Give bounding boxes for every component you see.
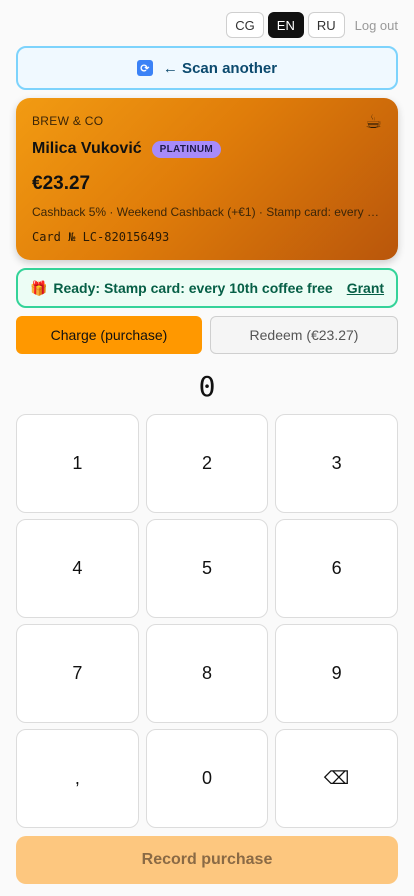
redeem-mode-button[interactable]: Redeem (€23.27) [210, 316, 398, 354]
tier-badge: PLATINUM [151, 140, 221, 158]
scan-another-button[interactable]: ⟳ ← Scan another [16, 46, 398, 90]
card-holder-row: Milica Vuković PLATINUM [32, 140, 382, 158]
refresh-icon: ⟳ [136, 60, 153, 76]
keypad: 1 2 3 4 5 6 7 8 9 , 0 ⌫ [16, 414, 398, 828]
gift-icon: 🎁 [29, 279, 48, 296]
card-number: Card № LC-820156493 [32, 230, 170, 244]
app-root: CG EN RU Log out ⟳ ← Scan another BREW &… [0, 0, 414, 896]
key-4[interactable]: 4 [16, 519, 139, 618]
backspace-icon[interactable]: ⌫ [275, 729, 398, 828]
key-5[interactable]: 5 [145, 519, 269, 618]
lang-ru-button[interactable]: RU [307, 12, 345, 38]
key-7[interactable]: 7 [16, 624, 139, 723]
key-2[interactable]: 2 [145, 414, 269, 513]
grant-reward-link[interactable]: Grant [347, 280, 384, 296]
key-1[interactable]: 1 [16, 414, 139, 513]
lang-cg-button[interactable]: CG [226, 12, 264, 38]
scan-another-label: ← Scan another [162, 59, 278, 77]
reward-text: Ready: Stamp card: every 10th coffee fre… [53, 280, 333, 296]
reward-banner: 🎁 Ready: Stamp card: every 10th coffee f… [16, 268, 398, 308]
card-perks: Cashback 5% · Weekend Cashback (+€1) · S… [32, 205, 382, 219]
top-bar: CG EN RU Log out [226, 12, 398, 38]
key-0[interactable]: 0 [145, 729, 269, 828]
amount-display: 0 [198, 370, 216, 403]
charge-mode-button[interactable]: Charge (purchase) [16, 316, 202, 354]
key-3[interactable]: 3 [275, 414, 398, 513]
card-balance: €23.27 [32, 173, 91, 194]
lang-en-button[interactable]: EN [267, 12, 304, 38]
loyalty-card: BREW & CO ☕ Milica Vuković PLATINUM €23.… [16, 98, 398, 260]
logout-link[interactable]: Log out [355, 18, 398, 33]
key-6[interactable]: 6 [275, 519, 398, 618]
key-8[interactable]: 8 [145, 624, 269, 723]
card-holder-name: Milica Vuković [32, 140, 142, 157]
record-purchase-button[interactable]: Record purchase [16, 836, 398, 884]
key-9[interactable]: 9 [275, 624, 398, 723]
card-brand: BREW & CO [32, 114, 104, 128]
mode-toggle: Charge (purchase) Redeem (€23.27) [16, 316, 398, 354]
coffee-icon: ☕ [364, 112, 382, 133]
key-decimal[interactable]: , [16, 729, 139, 828]
